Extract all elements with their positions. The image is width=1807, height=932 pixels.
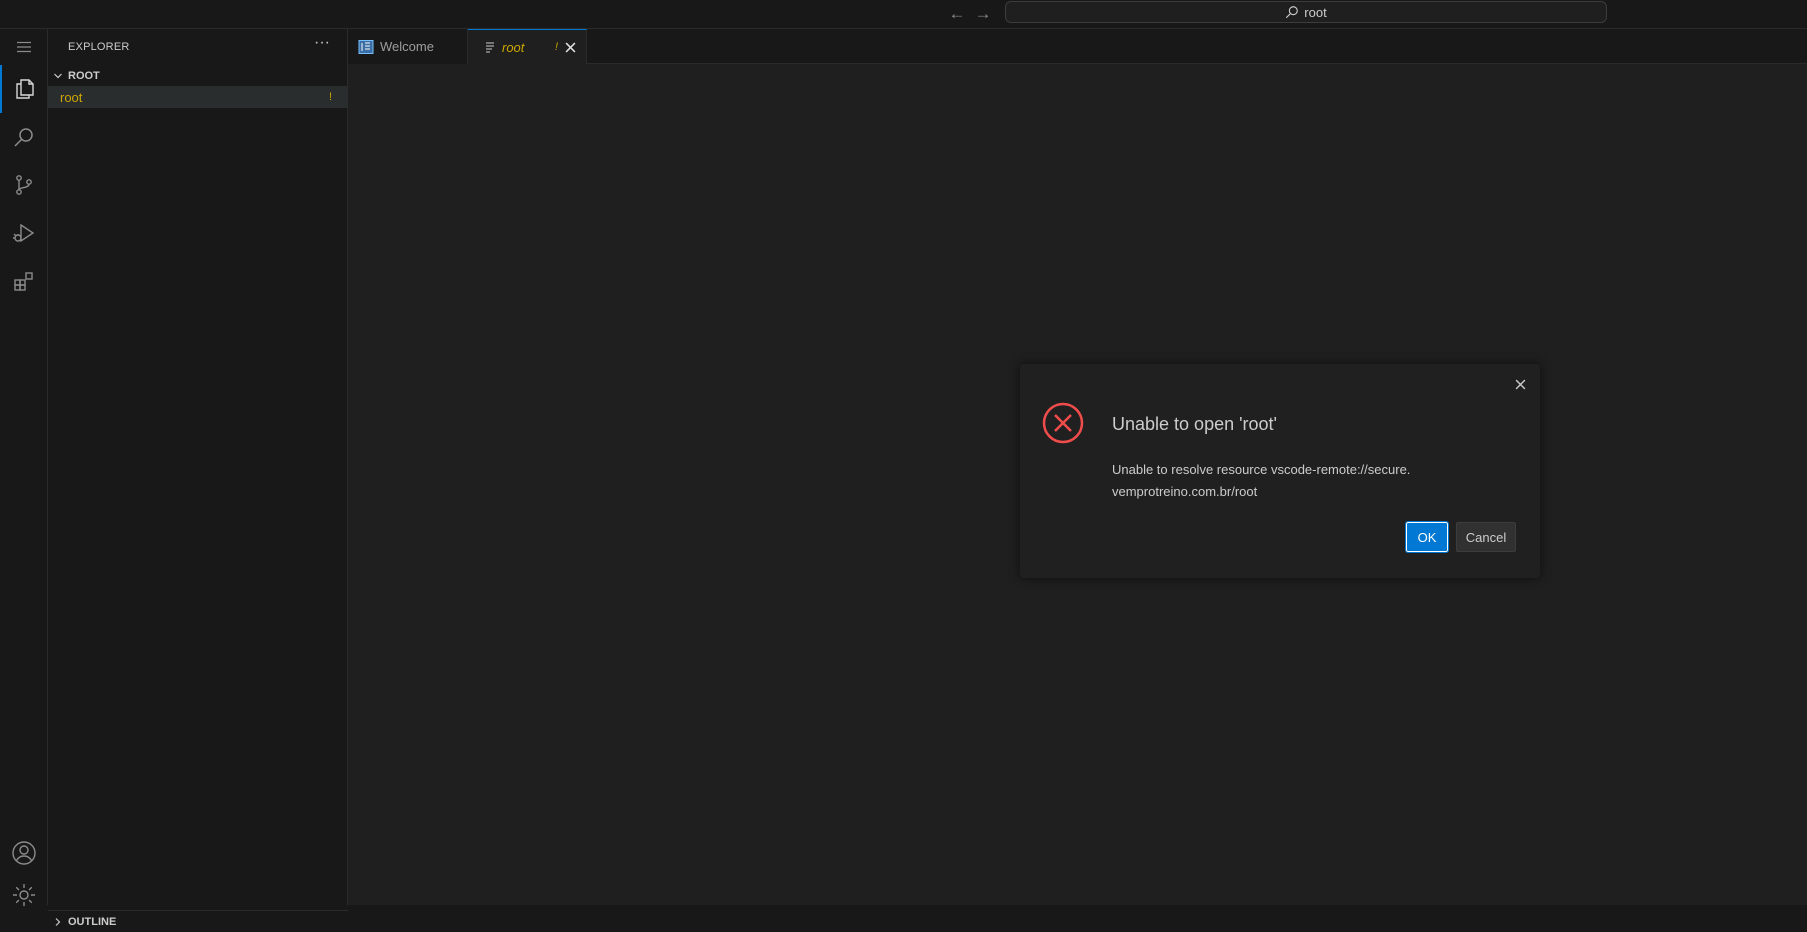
tree-item-label: root: [60, 89, 83, 105]
welcome-icon: [358, 39, 374, 54]
chevron-right-icon: [48, 917, 68, 927]
editor-tabs: Welcome root !: [348, 29, 1807, 64]
section-label-outline: OUTLINE: [68, 915, 117, 928]
dialog-close-icon[interactable]: [1510, 374, 1530, 394]
explorer-sidebar: EXPLORER ··· ROOT root ! OUTLINE: [48, 29, 348, 928]
account-icon[interactable]: [0, 829, 48, 877]
error-icon: [1042, 402, 1084, 449]
extensions-icon[interactable]: [0, 257, 48, 305]
dialog-title: Unable to open 'root': [1112, 414, 1277, 434]
ok-button[interactable]: OK: [1405, 521, 1449, 553]
arrow-right-icon[interactable]: →: [972, 3, 994, 25]
section-label-root: ROOT: [68, 70, 100, 82]
tree-item-root[interactable]: root !: [48, 86, 348, 108]
section-header-root[interactable]: ROOT: [48, 65, 348, 87]
tab-label-root: root: [502, 39, 525, 55]
search-icon: [1286, 6, 1299, 19]
menu-icon[interactable]: [0, 29, 48, 65]
section-header-outline[interactable]: OUTLINE: [48, 910, 348, 932]
run-debug-icon[interactable]: [0, 209, 48, 257]
search-icon[interactable]: [0, 113, 48, 161]
more-actions-icon[interactable]: ···: [310, 33, 334, 57]
close-icon[interactable]: [562, 39, 578, 55]
activity-bar: [0, 29, 48, 906]
arrow-left-icon[interactable]: ←: [946, 3, 968, 25]
command-center-search[interactable]: root: [1005, 1, 1607, 23]
cancel-button[interactable]: Cancel: [1456, 522, 1516, 552]
warning-badge: !: [328, 91, 332, 103]
sidebar-title: EXPLORER: [68, 41, 130, 53]
chevron-down-icon: [48, 71, 68, 81]
files-icon[interactable]: [0, 65, 48, 113]
command-center-text: root: [1304, 4, 1327, 20]
tab-warning-badge: !: [554, 41, 558, 53]
source-control-icon[interactable]: [0, 161, 48, 209]
file-icon: [486, 42, 494, 53]
gear-icon[interactable]: [0, 871, 48, 919]
error-dialog: Unable to open 'root' Unable to resolve …: [1020, 364, 1540, 578]
dialog-message: Unable to resolve resource vscode-remote…: [1112, 462, 1411, 499]
tab-root[interactable]: root !: [468, 29, 587, 64]
tab-welcome[interactable]: Welcome: [348, 29, 468, 64]
title-bar: ← → root: [0, 0, 1807, 29]
tab-label-welcome: Welcome: [380, 39, 434, 54]
